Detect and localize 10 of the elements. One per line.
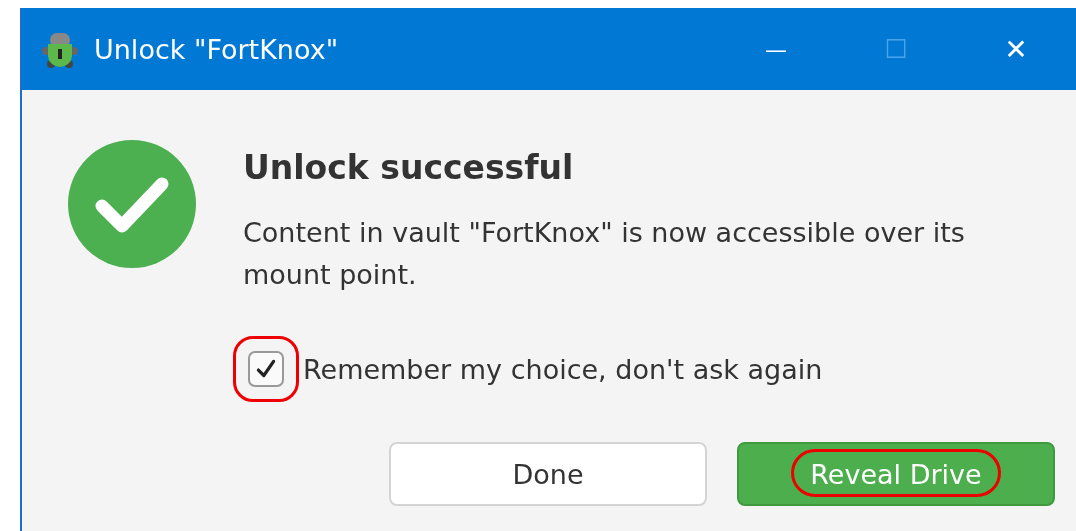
checkbox[interactable]: [248, 351, 284, 387]
dialog-heading: Unlock successful: [243, 147, 575, 189]
reveal-button[interactable]: Reveal Drive: [737, 442, 1055, 506]
close-button[interactable]: ✕: [956, 8, 1076, 90]
done-button[interactable]: Done: [389, 442, 707, 506]
window-title: Unlock "FortKnox": [94, 33, 340, 65]
minimize-button[interactable]: —: [716, 8, 836, 90]
checkbox-label[interactable]: Remember my choice, don't ask again: [303, 353, 823, 385]
dialog-message: Content in vault "FortKnox" is now accessible over its mount point.: [243, 216, 966, 292]
success-check-icon: [68, 140, 196, 268]
